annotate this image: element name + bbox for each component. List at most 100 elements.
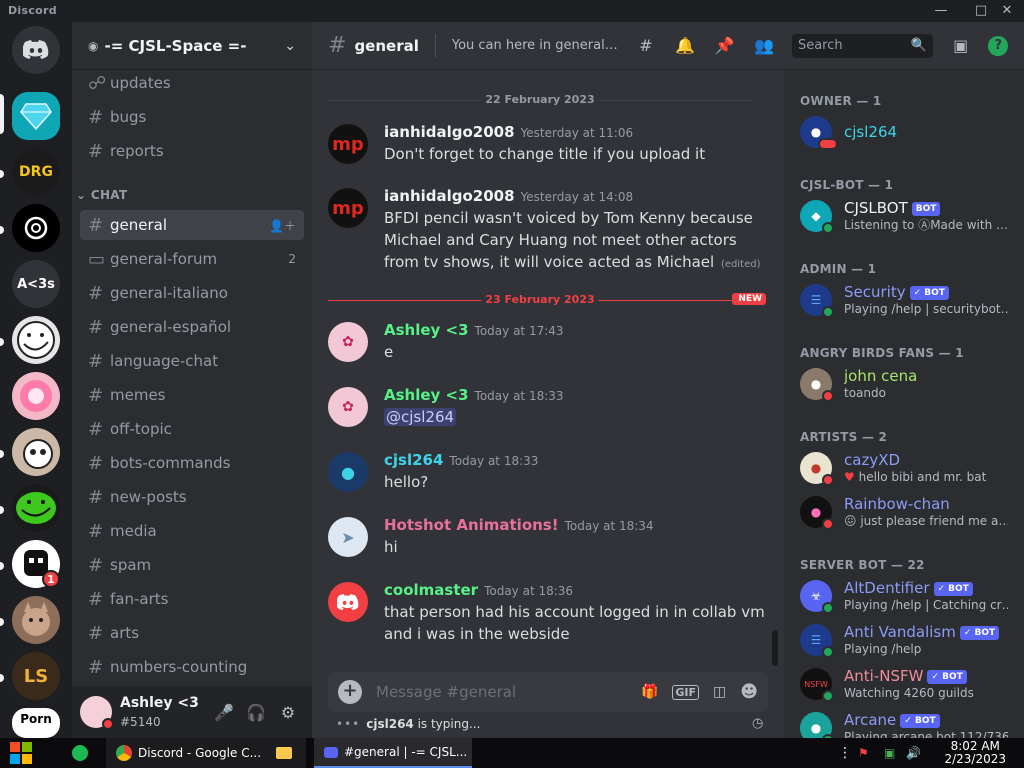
avatar[interactable]: ✿: [328, 322, 368, 362]
flag-icon[interactable]: ⚑: [858, 738, 869, 768]
channel-arts[interactable]: # arts: [80, 618, 304, 648]
message-author[interactable]: ianhidalgo2008: [384, 187, 515, 205]
server-openai[interactable]: [12, 204, 60, 252]
channel-general[interactable]: # general 👤＋: [80, 210, 304, 240]
member-item[interactable]: ● cazyXD ♥ hello bibi and mr. bat: [792, 446, 1016, 490]
message-timestamp: Today at 17:43: [474, 324, 564, 338]
threads-icon[interactable]: #: [634, 34, 657, 58]
member-item[interactable]: ☣ AltDentifier ✓ BOT Playing /help | Catch…: [792, 574, 1016, 618]
message-input[interactable]: [376, 683, 627, 701]
channel-memes[interactable]: # memes: [80, 380, 304, 410]
spotify-taskbar-icon[interactable]: [72, 738, 88, 768]
server-header[interactable]: ◉ -= CJSL-Space =- ⌄: [72, 22, 312, 70]
message-author[interactable]: Ashley <3: [384, 321, 469, 339]
member-item[interactable]: ● john cena toando: [792, 362, 1016, 406]
member-item[interactable]: ☰ Anti Vandalism ✓ BOT Playing /help: [792, 618, 1016, 662]
pin-icon[interactable]: 📌: [713, 34, 736, 58]
microphone-icon[interactable]: 🎤: [208, 696, 240, 728]
server-troll-face[interactable]: [12, 316, 60, 364]
message[interactable]: mp ianhidalgo2008 Yesterday at 14:08 BFDI…: [328, 186, 768, 276]
user-info[interactable]: Ashley <3 #5140: [120, 695, 208, 730]
message[interactable]: ✿ Ashley <3 Today at 18:33 @cjsl264: [328, 385, 768, 428]
channel-numbers-counting[interactable]: # numbers-counting: [80, 652, 304, 682]
chevron-down-icon: ⌄: [284, 37, 296, 54]
server-green-troll[interactable]: [12, 484, 60, 532]
server-gallery[interactable]: [12, 372, 60, 420]
message[interactable]: ● cjsl264 Today at 18:33 hello?: [328, 450, 768, 493]
channel-bots-commands[interactable]: # bots-commands: [80, 448, 304, 478]
bell-icon[interactable]: 🔔: [674, 34, 697, 58]
avatar[interactable]: ✿: [328, 387, 368, 427]
server-cat[interactable]: [12, 596, 60, 644]
server-a3s[interactable]: A<3s: [12, 260, 60, 308]
user-mention[interactable]: @cjsl264: [384, 408, 457, 426]
member-item[interactable]: ● cjsl264: [792, 110, 1016, 154]
channel-language-chat[interactable]: # language-chat: [80, 346, 304, 376]
avatar[interactable]: ●: [328, 452, 368, 492]
server-sans[interactable]: [12, 428, 60, 476]
message[interactable]: mp ianhidalgo2008 Yesterday at 11:06 Don'…: [328, 122, 768, 165]
channel-new-posts[interactable]: # new-posts: [80, 482, 304, 512]
message[interactable]: ➤ Hotshot Animations! Today at 18:34 hi: [328, 515, 768, 558]
avatar[interactable]: mp: [328, 124, 368, 164]
emoji-icon[interactable]: ☻: [740, 682, 758, 702]
server-porn[interactable]: Porn: [12, 708, 60, 738]
member-item[interactable]: NSFW Anti-NSFW ✓ BOT Watching 4260 guilds: [792, 662, 1016, 706]
overflow-icon[interactable]: ⋮: [838, 738, 852, 768]
file-explorer-icon[interactable]: [276, 738, 292, 768]
message[interactable]: ✿ Ashley <3 Today at 17:43 e: [328, 320, 768, 363]
channel-spam[interactable]: # spam: [80, 550, 304, 580]
avatar[interactable]: [328, 582, 368, 622]
channel-reports[interactable]: # reports: [80, 136, 304, 166]
member-item[interactable]: ☰ Security ✓ BOT Playing /help | securityb…: [792, 278, 1016, 322]
start-button[interactable]: [10, 738, 32, 768]
channel-updates[interactable]: ☍ updates: [80, 68, 304, 98]
message-author[interactable]: Hotshot Animations!: [384, 516, 559, 534]
inbox-icon[interactable]: ▣: [949, 34, 972, 58]
message-author[interactable]: Ashley <3: [384, 386, 469, 404]
invite-user-icon[interactable]: 👤＋: [269, 217, 296, 234]
category-chat[interactable]: ⌄ CHAT: [76, 188, 127, 202]
channel-general-italiano[interactable]: # general-italiano: [80, 278, 304, 308]
message-author[interactable]: coolmaster: [384, 581, 478, 599]
gift-icon[interactable]: 🎁: [641, 684, 658, 700]
maximize-button[interactable]: □: [972, 2, 990, 20]
channel-general-forum[interactable]: ▭ general-forum 2: [80, 244, 304, 274]
channel-media[interactable]: # media: [80, 516, 304, 546]
search-input[interactable]: Search 🔍: [791, 33, 933, 58]
home-button[interactable]: [12, 26, 60, 74]
channel-topic[interactable]: You can here in general (N...: [452, 38, 618, 53]
avatar[interactable]: [80, 696, 114, 730]
avatar[interactable]: mp: [328, 188, 368, 228]
channel-bugs[interactable]: # bugs: [80, 102, 304, 132]
server-drg[interactable]: DRG: [12, 148, 60, 196]
minimize-button[interactable]: —: [932, 2, 950, 20]
close-button[interactable]: ✕: [998, 2, 1016, 20]
member-list-icon[interactable]: 👥: [752, 34, 775, 58]
channel-off-topic[interactable]: # off-topic: [80, 414, 304, 444]
channel-fan-arts[interactable]: # fan-arts: [80, 584, 304, 614]
sticker-icon[interactable]: ◫: [713, 684, 726, 700]
member-item[interactable]: ◆ CJSLBOTBOT Listening to ⒶMade with Bot.…: [792, 194, 1016, 238]
help-icon[interactable]: ?: [988, 35, 1009, 56]
volume-icon[interactable]: 🔊: [906, 738, 921, 768]
online-status-icon: [822, 690, 834, 702]
member-item[interactable]: ● Arcane ✓ BOT Playing arcane.bot 112/736: [792, 706, 1016, 738]
headphones-icon[interactable]: 🎧: [240, 696, 272, 728]
gear-icon[interactable]: ⚙: [272, 696, 304, 728]
network-icon[interactable]: ▣: [884, 738, 895, 768]
add-attachment-button[interactable]: +: [338, 680, 362, 704]
taskbar-discord[interactable]: #general | -= CJSL...: [314, 738, 472, 768]
taskbar-clock[interactable]: 8:02 AM 2/23/2023: [944, 740, 1006, 766]
avatar[interactable]: ➤: [328, 517, 368, 557]
scrollbar[interactable]: [772, 630, 778, 666]
forum-icon: ▭: [88, 248, 106, 270]
gif-button[interactable]: GIF: [672, 684, 700, 700]
server-ls[interactable]: LS: [12, 652, 60, 700]
channel-general-espanol[interactable]: # general-español: [80, 312, 304, 342]
message-author[interactable]: ianhidalgo2008: [384, 123, 515, 141]
member-item[interactable]: ● Rainbow-chan 😖 just please friend me an…: [792, 490, 1016, 534]
message[interactable]: coolmaster Today at 18:36 that person had…: [328, 580, 768, 645]
message-author[interactable]: cjsl264: [384, 451, 443, 469]
server-cjsl-space[interactable]: [12, 92, 60, 140]
